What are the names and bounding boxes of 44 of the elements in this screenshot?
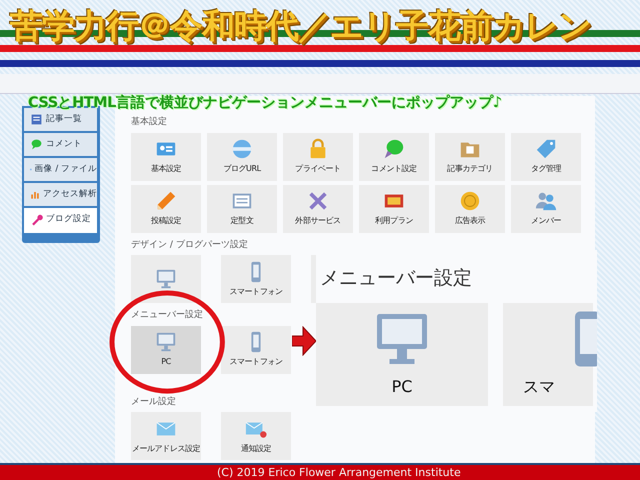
tag-icon <box>535 138 557 160</box>
settings-tile[interactable]: PC <box>316 302 488 406</box>
settings-tile[interactable]: 投稿設定 <box>131 184 201 232</box>
settings-tile[interactable]: PC <box>131 326 201 374</box>
settings-tile[interactable]: 広告表示 <box>435 184 505 232</box>
people-icon <box>535 190 557 212</box>
list-icon <box>30 113 43 126</box>
cross-icon <box>307 190 329 212</box>
sidebar-item[interactable]: ブログ設定 <box>24 208 97 233</box>
popup-heading: メニューバー設定 <box>320 266 472 291</box>
monitor-icon <box>155 268 177 290</box>
settings-tile[interactable]: 外部サービス <box>283 184 353 232</box>
settings-tile[interactable]: タグ管理 <box>511 132 581 180</box>
settings-tile[interactable]: スマートフォン <box>221 326 291 374</box>
arrow-drawing <box>292 326 316 356</box>
phone-icon <box>575 309 597 369</box>
section-heading: メール設定 <box>131 396 177 408</box>
settings-tile[interactable]: プライベート <box>283 132 353 180</box>
globe-icon <box>231 138 253 160</box>
section-heading: デザイン / ブログパーツ設定 <box>131 238 249 252</box>
settings-tile[interactable]: 通知設定 <box>221 412 291 460</box>
sidebar-item[interactable]: コメント <box>24 133 97 158</box>
settings-tile[interactable]: ブログURL <box>207 132 277 180</box>
settings-tile[interactable]: 利用プラン <box>359 184 429 232</box>
speech-bubble-icon <box>383 138 405 160</box>
section-heading: メニューバー設定 <box>131 309 204 322</box>
settings-tile[interactable]: 基本設定 <box>131 132 201 180</box>
sidebar-item[interactable]: 記事一覧 <box>24 108 97 133</box>
sidebar-item[interactable]: アクセス解析 <box>24 183 97 208</box>
settings-tile[interactable]: スマートフォン <box>221 255 291 303</box>
section-heading: 基本設定 <box>131 116 168 129</box>
coin-icon <box>459 190 481 212</box>
settings-tile[interactable]: コメント設定 <box>359 132 429 180</box>
settings-tile[interactable]: メールアドレス設定 <box>131 412 201 460</box>
pencil-icon <box>155 190 177 212</box>
copyright-text: (C) 2019 Erico Flower Arrangement Institute <box>0 463 640 480</box>
sidebar-item[interactable]: 画像 / ファイル <box>24 158 97 183</box>
speech-bubble-icon <box>30 138 43 151</box>
settings-tile[interactable]: 記事カテゴリ <box>435 132 505 180</box>
settings-tile[interactable] <box>131 255 201 303</box>
settings-tile[interactable]: メンバー <box>511 184 581 232</box>
settings-tile[interactable]: 定型文 <box>207 184 277 232</box>
wrench-icon <box>30 213 43 226</box>
monitor-icon <box>155 331 177 353</box>
